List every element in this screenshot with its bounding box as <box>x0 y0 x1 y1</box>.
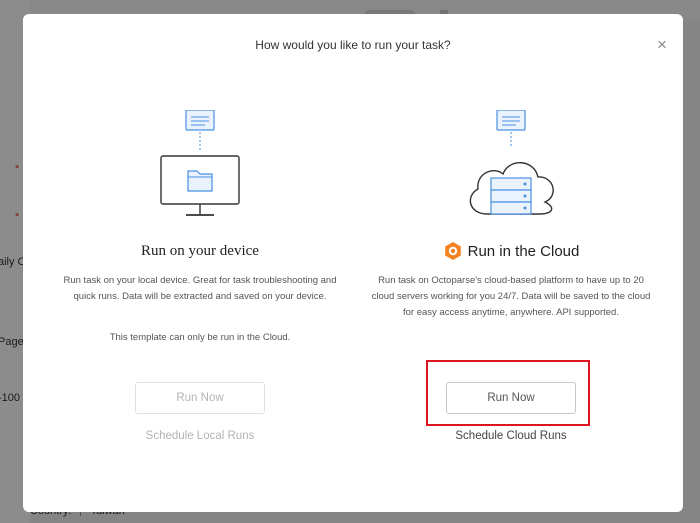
cloud-option-title: Run in the Cloud <box>361 241 661 261</box>
cloud-illustration <box>469 110 554 215</box>
run-local-option: Run on your device Run task on your loca… <box>50 14 350 512</box>
document-icon <box>185 110 215 131</box>
schedule-cloud-runs-link[interactable]: Schedule Cloud Runs <box>361 430 661 442</box>
schedule-local-runs-link[interactable]: Schedule Local Runs <box>50 430 350 442</box>
cloud-option-title-text: Run in the Cloud <box>467 242 580 260</box>
local-option-description: Run task on your local device. Great for… <box>63 275 337 302</box>
annotation-highlight-box <box>426 360 590 426</box>
cloud-option-description: Run task on Octoparse's cloud-based plat… <box>371 275 651 318</box>
local-device-illustration <box>160 110 240 216</box>
run-task-dialog: How would you like to run your task? × R… <box>23 14 683 512</box>
local-option-title: Run on your device <box>141 243 259 259</box>
octoparse-logo-icon <box>444 242 461 260</box>
folder-icon <box>187 170 213 192</box>
run-local-button[interactable]: Run Now <box>135 382 265 414</box>
local-option-note: This template can only be run in the Clo… <box>109 332 291 343</box>
document-icon <box>496 110 526 131</box>
cloud-server-icon <box>469 162 554 215</box>
run-cloud-option: Run in the Cloud Run task on Octoparse's… <box>361 14 661 512</box>
